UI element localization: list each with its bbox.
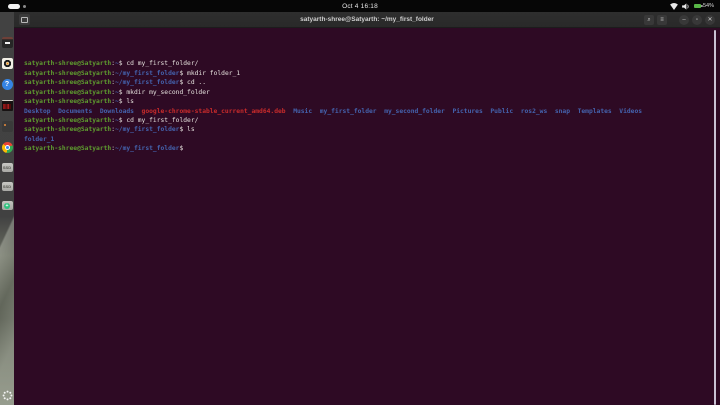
menu-button[interactable]: ≡ (657, 14, 667, 25)
terminal-scrollbar[interactable] (714, 30, 716, 405)
battery-indicator: 54% (693, 3, 714, 9)
show-apps-icon[interactable] (2, 388, 13, 401)
terminal-line: satyarth-shree@Satyarth:~$ cd my_first_f… (24, 116, 199, 124)
terminal-app-icon[interactable] (1, 121, 13, 132)
close-button[interactable]: ✕ (705, 14, 715, 25)
help-icon[interactable]: ? (1, 79, 13, 90)
wifi-icon (670, 2, 678, 10)
files-app-icon[interactable] (1, 37, 13, 48)
terminal-line: satyarth-shree@Satyarth:~$ ls (24, 98, 134, 106)
terminal-line: Desktop Documents Downloads google-chrom… (24, 107, 643, 115)
search-button[interactable]: ⌕ (644, 14, 654, 25)
terminal-titlebar[interactable]: satyarth-shree@Satyarth: ~/my_first_fold… (14, 12, 720, 28)
terminal-line: satyarth-shree@Satyarth:~$ cd my_first_f… (24, 60, 199, 68)
firefox-icon[interactable] (2, 16, 13, 27)
battery-percent: 54% (702, 3, 714, 9)
screenshot-viewer-icon[interactable] (1, 100, 13, 111)
top-bar: Oct 4 16:18 54% (0, 0, 720, 12)
terminal-output[interactable]: satyarth-shree@Satyarth:~$ cd my_first_f… (14, 28, 720, 405)
chrome-icon[interactable] (1, 142, 13, 153)
desktop: Oct 4 16:18 54% ? SSD SSD + satyarth-shr… (0, 0, 720, 405)
dock: ? SSD SSD (0, 12, 14, 405)
terminal-title: satyarth-shree@Satyarth: ~/my_first_fold… (300, 16, 434, 23)
ssd-drive-2-icon[interactable]: SSD (1, 182, 13, 191)
terminal-window: satyarth-shree@Satyarth: ~/my_first_fold… (14, 12, 720, 405)
minimize-button[interactable]: – (679, 14, 689, 25)
system-status-area[interactable]: 54% (670, 2, 714, 10)
terminal-line: satyarth-shree@Satyarth:~/my_first_folde… (24, 126, 195, 134)
ssd-drive-icon[interactable]: SSD (1, 163, 13, 172)
volume-icon (682, 2, 689, 10)
battery-icon (693, 4, 703, 8)
maximize-button[interactable]: ▫ (692, 14, 702, 25)
terminal-line: folder_1 (24, 135, 55, 143)
rhythmbox-icon[interactable] (1, 58, 13, 69)
clock[interactable]: Oct 4 16:18 (0, 3, 720, 10)
terminal-line: satyarth-shree@Satyarth:~/my_first_folde… (24, 145, 184, 153)
new-tab-button[interactable] (19, 14, 30, 25)
terminal-line: satyarth-shree@Satyarth:~/my_first_folde… (24, 69, 241, 77)
terminal-line: satyarth-shree@Satyarth:~$ mkdir my_seco… (24, 88, 210, 96)
usb-drive-icon[interactable] (1, 201, 13, 210)
terminal-line: satyarth-shree@Satyarth:~/my_first_folde… (24, 79, 207, 87)
